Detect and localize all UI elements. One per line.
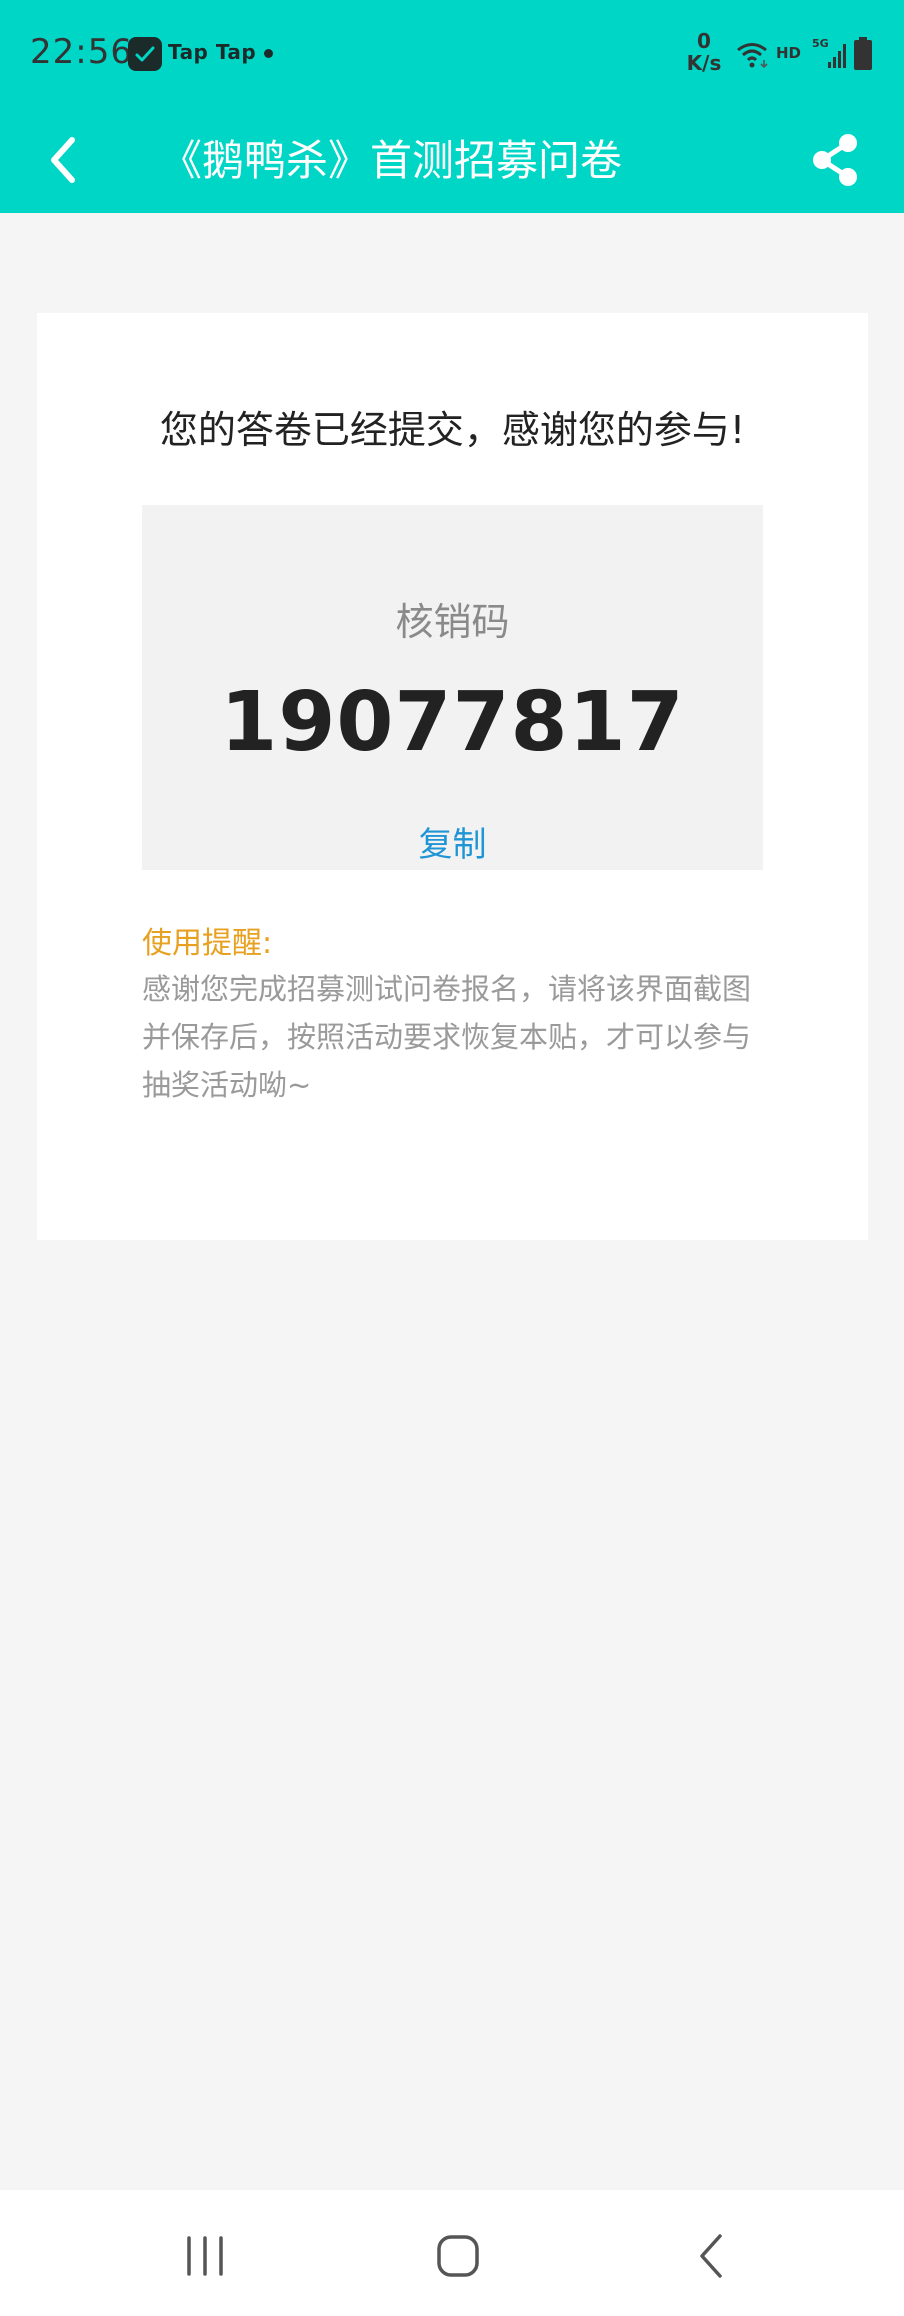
page-title: 《鹅鸭杀》首测招募问卷 [160, 136, 623, 185]
back-icon [700, 2234, 722, 2278]
system-nav-bar [0, 2190, 904, 2316]
network-speed: 0 K/s [686, 30, 722, 74]
copy-button[interactable]: 复制 [402, 817, 503, 866]
home-button[interactable] [428, 2226, 488, 2286]
taptap-logo-icon [128, 37, 162, 71]
signal-icon: 5G [810, 36, 850, 76]
result-card: 您的答卷已经提交，感谢您的参与! 核销码 19077817 复制 使用提醒: 感… [37, 313, 868, 1240]
share-icon [813, 134, 857, 186]
battery-icon [853, 37, 873, 75]
back-button[interactable] [40, 130, 96, 190]
nav-bar: 《鹅鸭杀》首测招募问卷 [0, 108, 904, 213]
system-back-button[interactable] [682, 2226, 742, 2286]
chevron-left-icon [51, 137, 75, 183]
reminder-text: 感谢您完成招募测试问卷报名，请将该界面截图并保存后，按照活动要求恢复本贴，才可以… [142, 972, 752, 1102]
verification-code-box: 核销码 19077817 复制 [142, 505, 763, 870]
code-label: 核销码 [395, 600, 510, 644]
home-icon [437, 2235, 479, 2277]
recents-button[interactable] [175, 2226, 235, 2286]
hd-indicator: HD [776, 44, 802, 62]
wifi-icon [735, 40, 771, 74]
network-speed-unit: K/s [686, 51, 722, 75]
network-speed-value: 0 [697, 29, 711, 53]
verification-code: 19077817 [220, 675, 685, 770]
status-bar: 22:56 Tap Tap 0 K/s HD 5G [0, 0, 904, 108]
status-time: 22:56 [30, 32, 133, 72]
share-button[interactable] [808, 128, 864, 192]
network-type-label: 5G [812, 37, 829, 50]
recents-icon [187, 2236, 223, 2276]
success-message: 您的答卷已经提交，感谢您的参与! [159, 408, 746, 452]
taptap-app-name: Tap Tap [168, 40, 257, 64]
notification-dot [264, 49, 273, 58]
reminder-title: 使用提醒: [142, 926, 273, 961]
